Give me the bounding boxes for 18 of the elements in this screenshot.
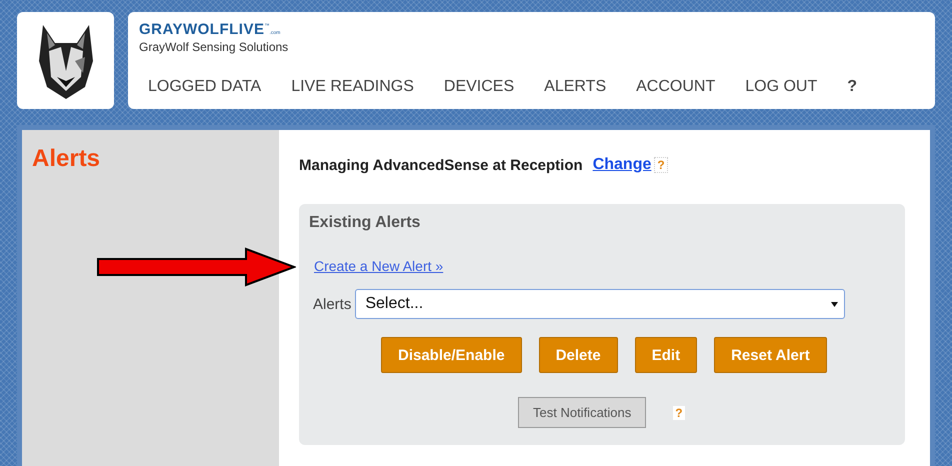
change-link[interactable]: Change (592, 156, 652, 174)
brand-tagline: GrayWolf Sensing Solutions (139, 40, 290, 54)
caret-icon (831, 302, 838, 306)
panel-title: Existing Alerts (309, 214, 422, 232)
brand-logo-text: GRAYWOLFLIVE (139, 21, 264, 38)
nav-link[interactable]: LOG OUT (745, 78, 818, 96)
nav-link[interactable]: DEVICES (444, 78, 514, 96)
nav-link[interactable]: ACCOUNT (636, 78, 716, 96)
managing-text: Managing AdvancedSense at Reception (299, 156, 583, 174)
nav-link[interactable]: LOGGED DATA (148, 78, 262, 96)
nav-link[interactable]: ALERTS (544, 78, 606, 96)
create-alert-link[interactable]: Create a New Alert » (314, 258, 444, 274)
select-label: Alerts (313, 296, 352, 312)
help-link[interactable]: ? (847, 78, 858, 96)
test-notifications-button[interactable]: Test Notifications (518, 397, 646, 428)
alerts-select[interactable]: Select... (355, 289, 846, 319)
nav-link[interactable]: LIVE READINGS (291, 78, 414, 96)
page-title: Alerts (32, 145, 102, 173)
